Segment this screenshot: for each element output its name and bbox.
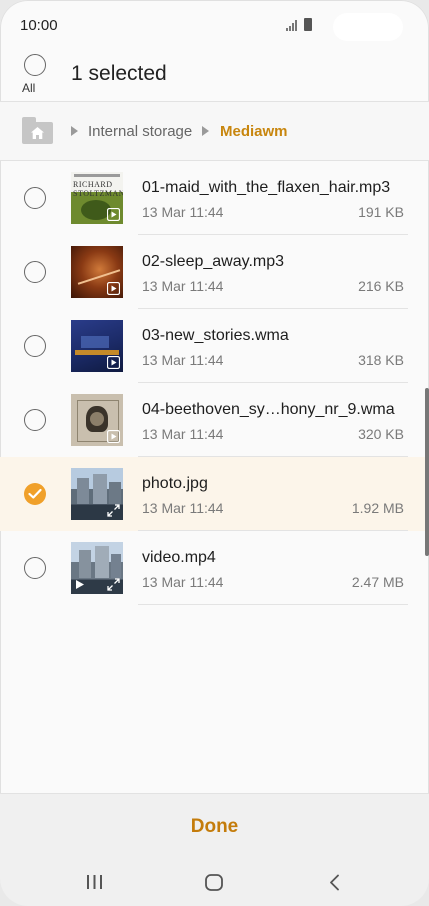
- row-checkbox[interactable]: [24, 261, 46, 283]
- scrollbar[interactable]: [425, 388, 429, 556]
- file-date: 13 Mar 11:44: [142, 204, 224, 220]
- play-icon: [107, 430, 120, 443]
- file-size: 216 KB: [358, 278, 404, 294]
- play-icon: [107, 356, 120, 369]
- row-divider: [138, 604, 408, 605]
- file-row[interactable]: 02-sleep_away.mp3 13 Mar 11:44 216 KB: [0, 235, 429, 309]
- status-time: 10:00: [20, 17, 58, 34]
- file-date: 13 Mar 11:44: [142, 500, 224, 516]
- video-thumbnail: [71, 542, 123, 594]
- status-bar: 10:00: [0, 0, 429, 52]
- album-thumbnail: [71, 246, 123, 298]
- file-row-selected[interactable]: photo.jpg 13 Mar 11:44 1.92 MB: [0, 457, 429, 531]
- video-play-icon: [76, 580, 84, 589]
- row-checkbox[interactable]: [24, 409, 46, 431]
- album-thumbnail: [71, 394, 123, 446]
- file-name: 01-maid_with_the_flaxen_hair.mp3: [142, 179, 391, 196]
- done-button[interactable]: Done: [0, 816, 429, 838]
- file-size: 318 KB: [358, 352, 404, 368]
- phone-screen: 10:00 All 1 selected Internal storage Me…: [0, 0, 429, 906]
- breadcrumb-internal-storage[interactable]: Internal storage: [88, 123, 192, 140]
- file-date: 13 Mar 11:44: [142, 352, 224, 368]
- row-checkbox[interactable]: [24, 557, 46, 579]
- home-folder-icon[interactable]: [22, 117, 53, 144]
- file-row[interactable]: RICHARD STOLTZMAN 01-maid_with_the_flaxe…: [0, 161, 429, 235]
- file-name: 04-beethoven_sy…hony_nr_9.wma: [142, 401, 395, 418]
- play-icon: [107, 282, 120, 295]
- battery-icon: [304, 18, 312, 31]
- expand-icon: [107, 504, 120, 517]
- file-size: 1.92 MB: [351, 500, 404, 516]
- recent-apps-icon[interactable]: [86, 874, 103, 890]
- album-thumbnail: RICHARD STOLTZMAN: [71, 172, 123, 224]
- row-checkbox[interactable]: [24, 335, 46, 357]
- breadcrumb: Internal storage Mediawm: [0, 102, 429, 160]
- home-icon[interactable]: [205, 874, 223, 891]
- file-name: 03-new_stories.wma: [142, 327, 289, 344]
- file-date: 13 Mar 11:44: [142, 278, 224, 294]
- file-row[interactable]: 04-beethoven_sy…hony_nr_9.wma 13 Mar 11:…: [0, 383, 429, 457]
- breadcrumb-current-folder[interactable]: Mediawm: [220, 123, 288, 140]
- file-row[interactable]: 03-new_stories.wma 13 Mar 11:44 318 KB: [0, 309, 429, 383]
- selection-header: All 1 selected: [0, 52, 429, 101]
- file-size: 191 KB: [358, 204, 404, 220]
- file-size: 2.47 MB: [351, 574, 404, 590]
- row-checkbox-checked[interactable]: [24, 483, 46, 505]
- expand-icon: [107, 578, 120, 591]
- file-date: 13 Mar 11:44: [142, 574, 224, 590]
- select-all-label: All: [22, 81, 36, 95]
- file-name: 02-sleep_away.mp3: [142, 253, 285, 270]
- album-cover-text: RICHARD STOLTZMAN: [73, 180, 123, 198]
- file-name: video.mp4: [142, 549, 216, 566]
- file-date: 13 Mar 11:44: [142, 426, 224, 442]
- back-icon[interactable]: [329, 874, 340, 891]
- file-row[interactable]: video.mp4 13 Mar 11:44 2.47 MB: [0, 531, 429, 605]
- play-icon: [107, 208, 120, 221]
- row-checkbox[interactable]: [24, 187, 46, 209]
- chevron-right-icon: [202, 126, 209, 136]
- bottom-bar: Done: [0, 793, 429, 906]
- album-thumbnail: [71, 320, 123, 372]
- photo-thumbnail: [71, 468, 123, 520]
- page-title: 1 selected: [71, 62, 167, 85]
- checkmark-icon: [28, 488, 42, 499]
- chevron-right-icon: [71, 126, 78, 136]
- file-name: photo.jpg: [142, 475, 208, 492]
- select-all-checkbox[interactable]: [24, 54, 46, 76]
- file-size: 320 KB: [358, 426, 404, 442]
- signal-icon: [286, 20, 297, 31]
- status-pill: [333, 13, 403, 41]
